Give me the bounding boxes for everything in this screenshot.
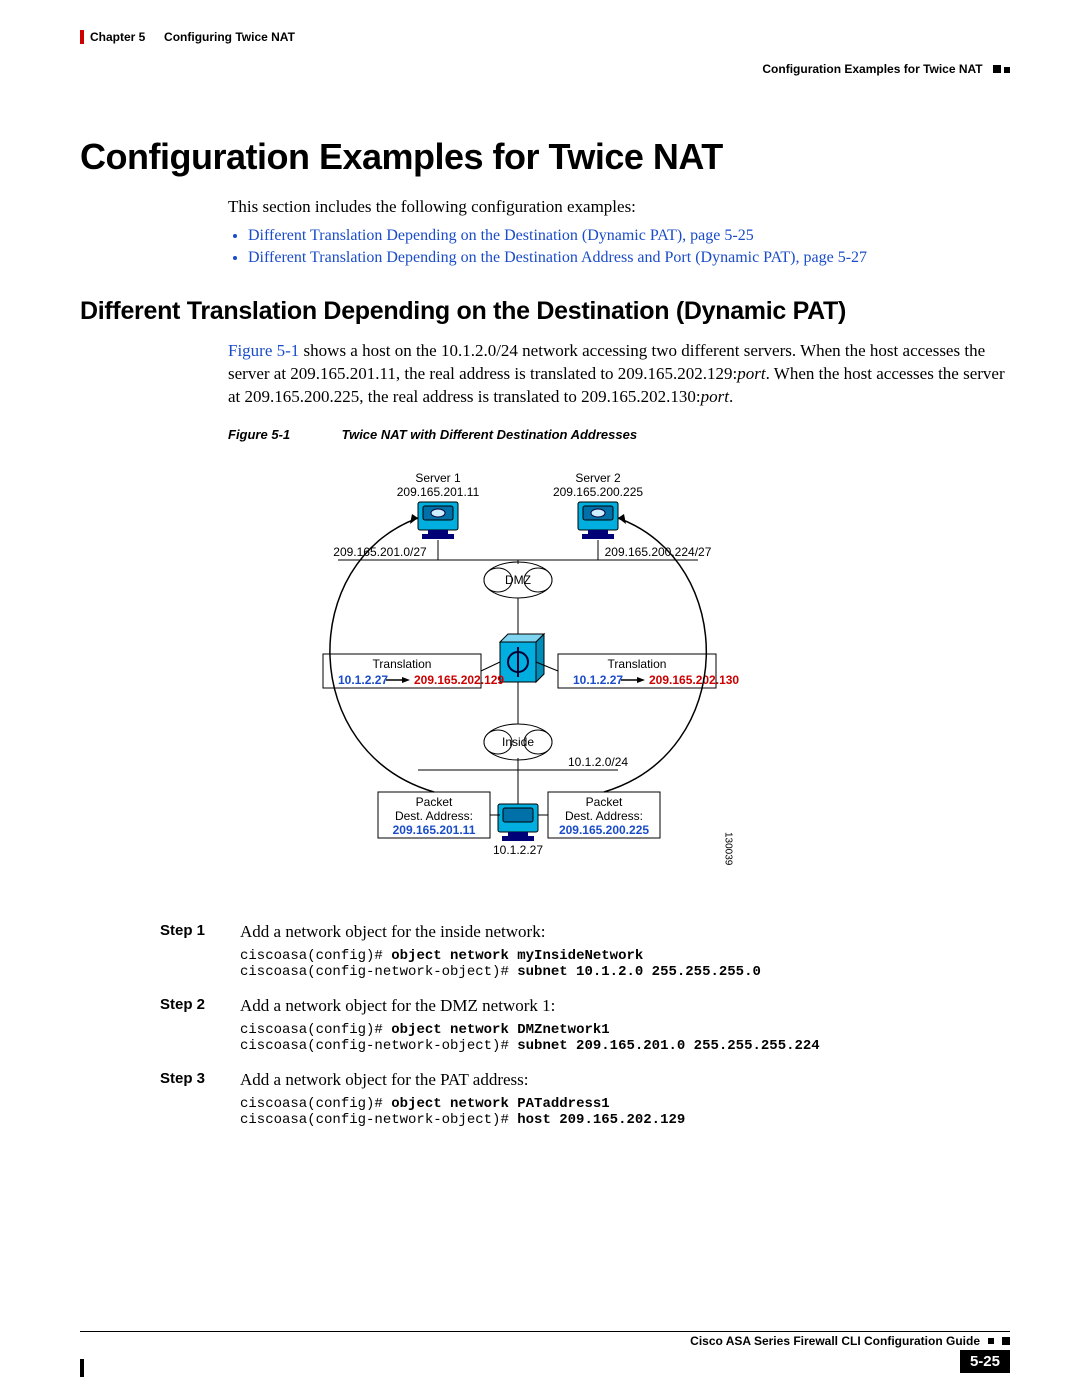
header-square-small [1004,67,1010,73]
subsection-heading: Different Translation Depending on the D… [80,297,1010,326]
step-label: Step 1 [160,922,220,942]
server1-icon [418,502,458,539]
dest-label-1: Dest. Address: [395,809,473,823]
footer-book-title: Cisco ASA Series Firewall CLI Configurat… [690,1334,980,1348]
host-icon [498,804,538,841]
intro-text: This section includes the following conf… [228,196,1010,219]
figure-ref-link[interactable]: Figure 5-1 [228,341,299,360]
xref-link-1[interactable]: Different Translation Depending on the D… [248,227,754,244]
translation-label-2: Translation [608,657,667,671]
net-right: 209.165.200.224/27 [605,545,712,559]
xref-link-2[interactable]: Different Translation Depending on the D… [248,249,867,266]
step-text: Add a network object for the inside netw… [240,922,1010,942]
server2-name: Server 2 [575,471,621,485]
server1-ip: 209.165.201.11 [397,485,480,499]
host-ip: 10.1.2.27 [493,843,543,857]
step-text: Add a network object for the DMZ network… [240,996,1010,1016]
image-id: 130039 [723,832,734,866]
header-square-large [993,65,1001,73]
dmz-label: DMZ [505,573,531,587]
packet-label-1: Packet [416,795,453,809]
section-paragraph: Figure 5-1 shows a host on the 10.1.2.0/… [228,340,1010,409]
page-number: 5-25 [960,1350,1010,1373]
page-heading: Configuration Examples for Twice NAT [80,136,1010,178]
t1-dst: 209.165.202.129 [414,673,504,687]
p1-dest: 209.165.201.11 [393,823,476,837]
packet-label-2: Packet [586,795,623,809]
figure-title: Twice NAT with Different Destination Add… [342,427,637,442]
net-left: 209.165.201.0/27 [333,545,427,559]
p2-dest: 209.165.200.225 [559,823,649,837]
svg-text:10.1.2.27: 10.1.2.27 [573,673,623,687]
figure-diagram: Server 1 209.165.201.11 Server 2 209.165… [268,452,788,872]
footer-accent-bar [80,1359,84,1377]
inside-label: Inside [502,735,534,749]
footer-square-small [988,1338,994,1344]
dest-label-2: Dest. Address: [565,809,643,823]
svg-text:209.165.202.130: 209.165.202.130 [649,673,739,687]
step-text: Add a network object for the PAT address… [240,1070,1010,1090]
cli-block: ciscoasa(config)# object network PATaddr… [240,1096,1010,1128]
step-label: Step 3 [160,1070,220,1090]
t2-src: 10.1.2.27 [573,673,623,687]
chapter-label: Chapter 5 [90,30,145,44]
step-label: Step 2 [160,996,220,1016]
section-breadcrumb: Configuration Examples for Twice NAT [762,62,982,76]
step-row: Step 1 Add a network object for the insid… [80,922,1010,942]
asa-device-icon [500,634,544,682]
t1-src: 10.1.2.27 [338,673,388,687]
svg-text:209.165.202.129: 209.165.202.129 [414,673,504,687]
chapter-title: Configuring Twice NAT [164,30,295,44]
cli-block: ciscoasa(config)# object network myInsid… [240,948,1010,980]
server2-icon [578,502,618,539]
cli-block: ciscoasa(config)# object network DMZnetw… [240,1022,1010,1054]
footer-square-large [1002,1337,1010,1345]
svg-text:10.1.2.27: 10.1.2.27 [338,673,388,687]
inside-net: 10.1.2.0/24 [568,755,628,769]
step-row: Step 2 Add a network object for the DMZ n… [80,996,1010,1016]
server2-ip: 209.165.200.225 [553,485,643,499]
step-row: Step 3 Add a network object for the PAT a… [80,1070,1010,1090]
server1-name: Server 1 [415,471,461,485]
header-accent-bar [80,30,84,44]
t2-dst: 209.165.202.130 [649,673,739,687]
figure-label: Figure 5-1 [228,427,338,442]
translation-label-1: Translation [373,657,432,671]
